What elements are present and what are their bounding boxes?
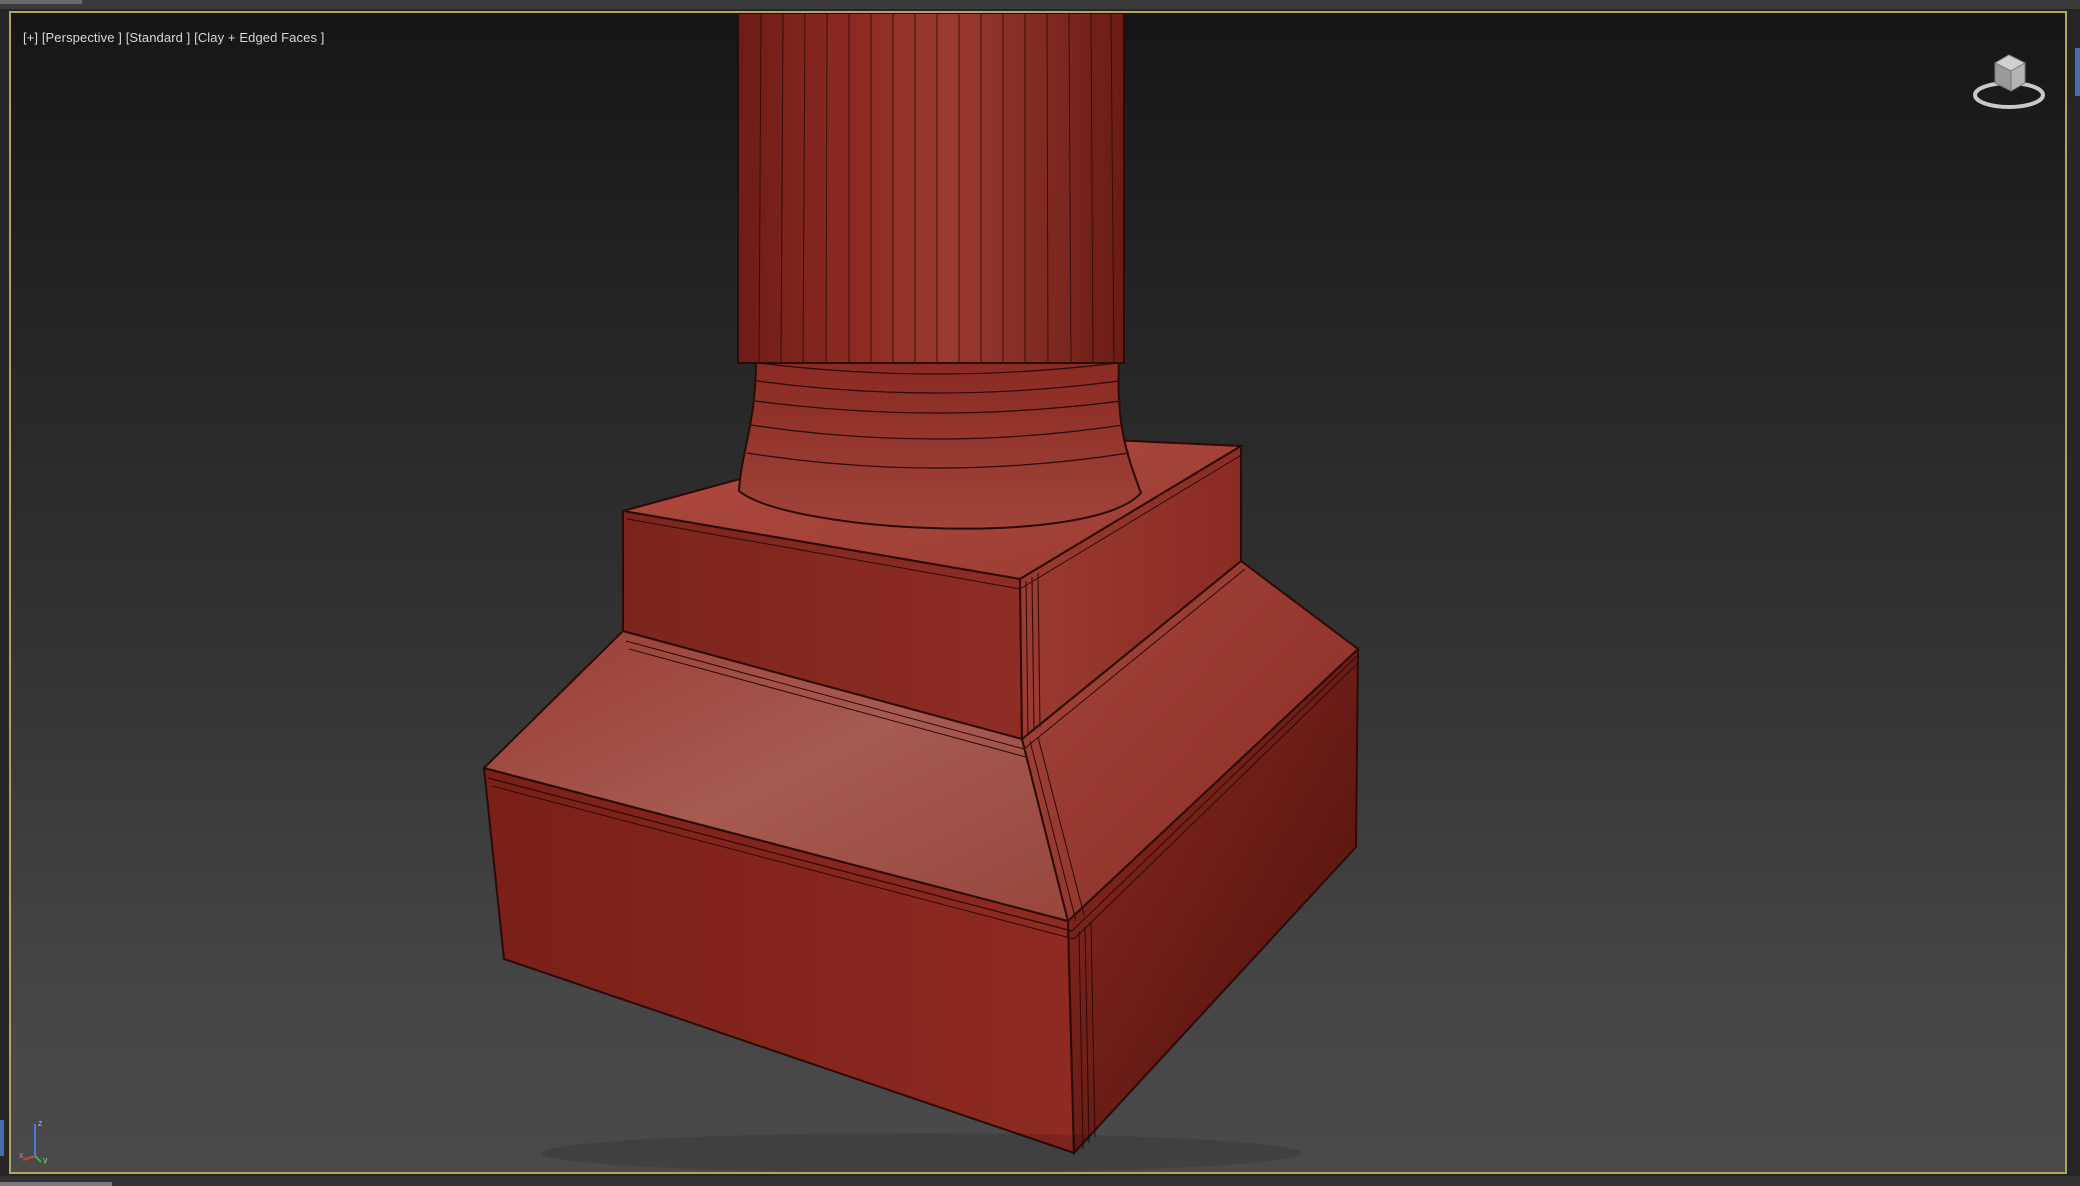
bottom-status-strip xyxy=(0,1176,2080,1186)
top-tab[interactable] xyxy=(0,0,82,4)
axis-tripod-icon: z x y xyxy=(19,1116,59,1165)
viewcube-icon[interactable] xyxy=(1967,41,2051,121)
bottom-tab[interactable] xyxy=(0,1182,112,1186)
column-body xyxy=(737,13,1125,364)
axis-x-label: x xyxy=(19,1150,24,1160)
ground-shadow xyxy=(541,1133,1301,1172)
column-shaft[interactable] xyxy=(737,13,1143,530)
axis-z-label: z xyxy=(38,1118,43,1128)
perspective-viewport[interactable]: [+] [Perspective ] [Standard ] [Clay + E… xyxy=(9,11,2067,1174)
top-toolbar-strip xyxy=(0,0,2080,9)
axis-y-label: y xyxy=(43,1155,48,1164)
app-window: [+] [Perspective ] [Standard ] [Clay + E… xyxy=(0,0,2080,1186)
scene-canvas[interactable] xyxy=(11,13,2067,1174)
viewport-label[interactable]: [+] [Perspective ] [Standard ] [Clay + E… xyxy=(23,30,324,45)
left-panel-tab[interactable] xyxy=(0,1120,4,1156)
right-panel-tab[interactable] xyxy=(2075,48,2080,96)
